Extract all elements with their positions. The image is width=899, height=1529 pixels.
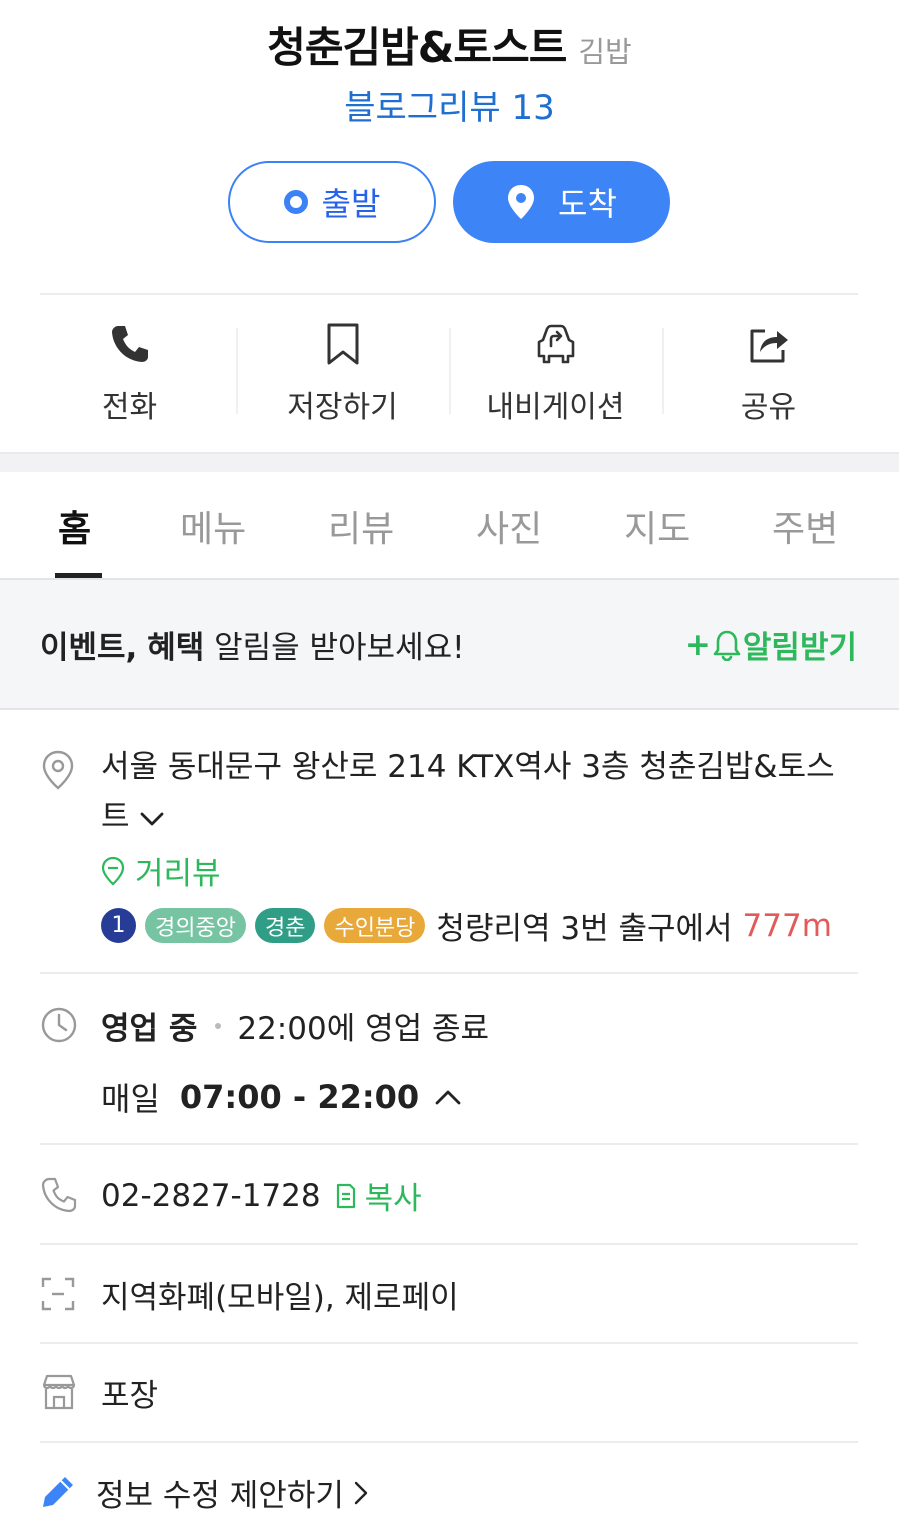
separator <box>236 328 238 414</box>
origin-dot-icon <box>283 190 308 214</box>
edit-suggestion-link[interactable]: 정보 수정 제안하기 <box>96 1470 368 1515</box>
distance-text: 777m <box>742 907 832 944</box>
notice-bold-2: 혜택 <box>147 630 205 666</box>
call-action[interactable]: 전화 <box>23 296 236 450</box>
separator <box>449 328 451 414</box>
notice-text: 이벤트, 혜택 알림을 받아보세요! <box>40 622 465 667</box>
address-text[interactable]: 서울 동대문구 왕산로 214 KTX역사 3층 청춘김밥&토스트 <box>101 742 861 842</box>
roadview-pin-icon <box>101 856 125 885</box>
phone-number[interactable]: 02-2827-1728 <box>101 1178 321 1214</box>
divider <box>40 1342 858 1344</box>
subway-line-badge: 경의중앙 <box>145 908 246 943</box>
subway-line-badge: 경춘 <box>254 908 316 943</box>
subway-info: 1 경의중앙 경춘 수인분당 청량리역 3번 출구에서 777m <box>101 903 832 948</box>
takeout-info: 포장 <box>101 1378 159 1414</box>
phone-row: 02-2827-1728 복사 <box>101 1173 422 1218</box>
place-title: 청춘김밥&토스트 <box>267 23 567 72</box>
notice-rest: 알림을 받아보세요! <box>204 630 465 666</box>
roadview-label: 거리뷰 <box>135 856 221 892</box>
car-navigation-icon <box>537 324 574 364</box>
hours-detail-toggle[interactable]: 매일 07:00 - 22:00 <box>101 1074 461 1120</box>
share-action[interactable]: 공유 <box>662 296 875 450</box>
plus-sign: + <box>684 626 711 663</box>
depart-button[interactable]: 출발 <box>228 161 436 243</box>
dot-separator <box>215 1022 222 1029</box>
navigation-action[interactable]: 내비게이션 <box>449 296 662 450</box>
active-tab-indicator <box>55 573 102 578</box>
action-label: 전화 <box>101 390 158 425</box>
payment-methods: 지역화폐(모바일), 제로페이 <box>101 1280 459 1316</box>
address-full: 서울 동대문구 왕산로 214 KTX역사 3층 청춘김밥&토스트 <box>101 749 835 835</box>
business-status: 영업 중 22:00에 영업 종료 <box>101 1003 489 1048</box>
chevron-right-icon <box>354 1481 368 1504</box>
clock-icon <box>41 1007 77 1043</box>
close-info: 22:00에 영업 종료 <box>237 1011 490 1047</box>
roadview-link[interactable]: 거리뷰 <box>101 848 221 893</box>
subscribe-label: 알림받기 <box>742 630 857 666</box>
payment-scan-icon <box>41 1277 75 1311</box>
arrive-button[interactable]: 도착 <box>453 161 670 243</box>
status-open: 영업 중 <box>101 1011 198 1047</box>
phone-outline-icon <box>41 1177 77 1213</box>
notice-bold-1: 이벤트, <box>40 630 138 666</box>
tab-bar: 홈 메뉴 리뷰 사진 지도 주변 <box>0 472 899 580</box>
arrive-label: 도착 <box>558 185 617 223</box>
location-pin-outline-icon <box>42 750 74 790</box>
pencil-icon <box>43 1477 73 1507</box>
edit-suggest-label: 정보 수정 제안하기 <box>96 1478 344 1514</box>
notification-banner: 이벤트, 혜택 알림을 받아보세요! + 알림받기 <box>0 580 899 710</box>
location-pin-icon <box>508 185 535 219</box>
station-exit-text: 청량리역 3번 출구에서 <box>436 911 733 947</box>
divider <box>40 1243 858 1245</box>
tab-map[interactable]: 지도 <box>624 500 690 552</box>
section-divider-band <box>0 452 899 472</box>
place-header: 청춘김밥&토스트 김밥 블로그리뷰 13 출발 도착 <box>0 0 899 293</box>
save-action[interactable]: 저장하기 <box>236 296 449 450</box>
hours-day: 매일 <box>101 1080 160 1118</box>
bell-icon <box>713 630 741 661</box>
copy-button[interactable]: 복사 <box>335 1173 422 1218</box>
divider <box>40 972 858 974</box>
chevron-down-icon[interactable] <box>140 812 164 826</box>
tab-photo[interactable]: 사진 <box>476 500 542 552</box>
store-icon <box>42 1374 76 1410</box>
hours-time: 07:00 - 22:00 <box>179 1078 420 1116</box>
phone-icon <box>111 326 148 362</box>
chevron-up-icon <box>435 1090 461 1105</box>
subscribe-alert-button[interactable]: + 알림받기 <box>685 622 857 667</box>
title-row: 청춘김밥&토스트 김밥 <box>0 14 899 75</box>
subway-line-badge: 수인분당 <box>324 908 426 943</box>
bookmark-icon <box>327 323 358 365</box>
divider <box>40 1143 858 1145</box>
divider <box>40 293 858 295</box>
share-icon <box>750 329 788 363</box>
action-label: 내비게이션 <box>486 390 625 425</box>
copy-label: 복사 <box>364 1181 422 1217</box>
tab-nearby[interactable]: 주변 <box>772 500 838 552</box>
copy-icon <box>336 1183 355 1208</box>
tab-review[interactable]: 리뷰 <box>328 500 394 552</box>
place-category: 김밥 <box>578 35 632 69</box>
action-label: 공유 <box>740 390 797 425</box>
action-bar: 전화 저장하기 내비게이션 공유 <box>23 296 876 450</box>
depart-label: 출발 <box>321 185 381 223</box>
separator <box>662 328 664 414</box>
divider <box>40 1441 858 1443</box>
tab-menu[interactable]: 메뉴 <box>180 500 246 552</box>
action-label: 저장하기 <box>287 390 398 425</box>
blog-review-link[interactable]: 블로그리뷰 13 <box>0 80 899 129</box>
tab-home[interactable]: 홈 <box>58 500 91 552</box>
subway-line-1-badge: 1 <box>101 908 136 943</box>
